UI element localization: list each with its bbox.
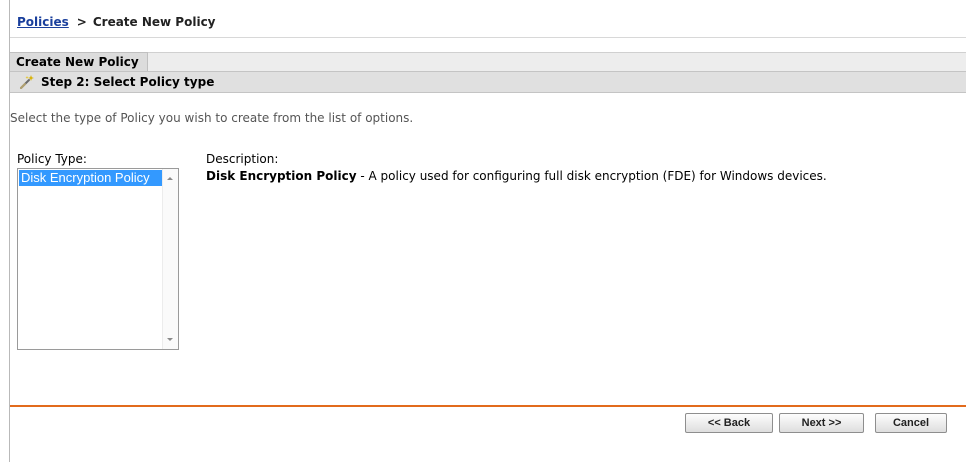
cancel-button[interactable]: Cancel bbox=[875, 413, 947, 433]
breadcrumb-policies-link[interactable]: Policies bbox=[17, 15, 69, 29]
description-body: - A policy used for configuring full dis… bbox=[356, 169, 827, 183]
listbox-scrollbar[interactable] bbox=[162, 169, 178, 349]
policy-type-listbox[interactable]: Disk Encryption Policy bbox=[17, 168, 179, 350]
description-label: Description: bbox=[206, 152, 279, 166]
wizard-tab-strip bbox=[148, 52, 966, 72]
wizard-tab: Create New Policy bbox=[10, 52, 148, 71]
description-text: Disk Encryption Policy - A policy used f… bbox=[206, 169, 827, 183]
step-header: Step 2: Select Policy type bbox=[10, 71, 966, 93]
breadcrumb-current: Create New Policy bbox=[92, 15, 216, 29]
description-policy-name: Disk Encryption Policy bbox=[206, 169, 357, 183]
policy-type-option-disk-encryption[interactable]: Disk Encryption Policy bbox=[19, 170, 162, 186]
scroll-down-icon[interactable] bbox=[167, 338, 173, 341]
scroll-up-icon[interactable] bbox=[167, 177, 173, 180]
policy-type-label: Policy Type: bbox=[17, 152, 87, 166]
instructions-text: Select the type of Policy you wish to cr… bbox=[10, 111, 414, 125]
magic-wand-icon bbox=[20, 75, 34, 89]
breadcrumb-separator: > bbox=[76, 15, 87, 29]
back-button[interactable]: << Back bbox=[685, 413, 773, 433]
header-divider bbox=[10, 37, 966, 38]
breadcrumb: Policies > Create New Policy bbox=[17, 15, 216, 29]
footer-divider bbox=[10, 405, 966, 407]
next-button[interactable]: Next >> bbox=[779, 413, 864, 433]
step-title: Step 2: Select Policy type bbox=[41, 75, 215, 89]
